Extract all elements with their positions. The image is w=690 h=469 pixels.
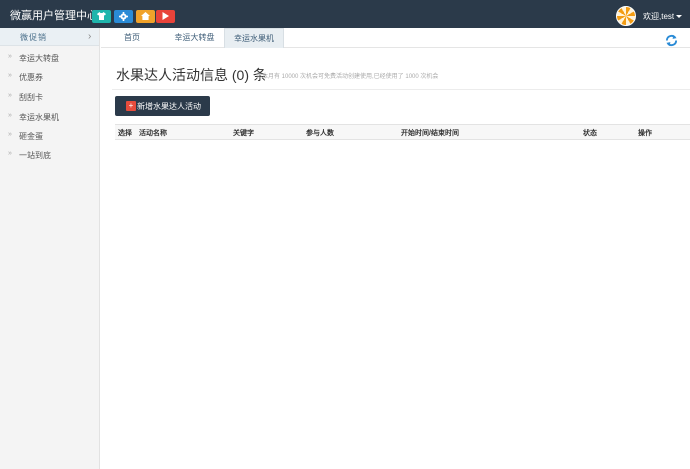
table-header: 选择 活动名称 关键字 参与人数 开始时间/结束时间 状态 操作	[115, 124, 690, 140]
user-menu[interactable]: 欢迎,test	[643, 11, 683, 22]
column-keyword: 关键字	[233, 130, 254, 137]
usage-note: 你本月有 10000 次机会可免费活动创建使用,已经使用了 1000 次机会	[256, 74, 439, 80]
sidebar: 微促销 › » 幸运大转盘 » 优惠券 » 刮刮卡 » 幸运水果机 » 砸金蛋 …	[0, 28, 100, 469]
preview-button[interactable]	[156, 10, 175, 23]
sidebar-item-label: 一站到底	[19, 151, 51, 160]
theme-button[interactable]	[92, 10, 111, 23]
column-status: 状态	[583, 130, 597, 137]
user-label: 欢迎,test	[643, 12, 675, 21]
sidebar-item-fruit-machine[interactable]: » 幸运水果机	[0, 107, 99, 127]
add-activity-label: 新增水果达人活动	[137, 102, 201, 111]
sidebar-item-golden-egg[interactable]: » 砸金蛋	[0, 126, 99, 146]
app-title: 微赢用户管理中心	[10, 10, 98, 22]
page-title: 水果达人活动信息 (0) 条	[116, 67, 267, 83]
bullet-icon: »	[8, 112, 12, 119]
add-activity-button[interactable]: + 新增水果达人活动	[115, 96, 210, 116]
plus-icon: +	[126, 101, 136, 111]
tab-home[interactable]: 首页	[101, 28, 163, 48]
top-navbar: 微赢用户管理中心 欢迎,test	[0, 0, 690, 28]
shirt-icon	[97, 12, 106, 20]
home-icon	[141, 12, 150, 20]
column-time-range: 开始时间/结束时间	[401, 130, 459, 137]
avatar[interactable]	[616, 6, 636, 26]
sidebar-item-quiz[interactable]: » 一站到底	[0, 145, 99, 165]
home-button[interactable]	[136, 10, 155, 23]
sidebar-item-scratch-card[interactable]: » 刮刮卡	[0, 87, 99, 107]
sidebar-item-coupon[interactable]: » 优惠券	[0, 67, 99, 87]
caret-down-icon	[676, 15, 683, 19]
column-activity-name: 活动名称	[139, 130, 167, 137]
tab-fruit-machine[interactable]: 幸运水果机	[224, 28, 284, 48]
bullet-icon: »	[8, 131, 12, 138]
refresh-icon[interactable]	[665, 34, 678, 47]
tab-lucky-wheel[interactable]: 幸运大转盘	[163, 28, 226, 48]
divider	[112, 89, 690, 90]
sidebar-item-label: 幸运大转盘	[19, 54, 59, 63]
chevron-right-icon: ›	[88, 31, 92, 42]
sidebar-heading: 微促销	[20, 33, 47, 42]
sidebar-item-label: 优惠券	[19, 73, 43, 82]
sidebar-item-label: 砸金蛋	[19, 132, 43, 141]
tab-bar: 首页 幸运大转盘 幸运水果机	[101, 28, 690, 48]
gear-icon	[119, 12, 128, 21]
column-select: 选择	[118, 130, 132, 137]
play-icon	[162, 12, 169, 20]
settings-button[interactable]	[114, 10, 133, 23]
bullet-icon: »	[8, 92, 12, 99]
column-participants: 参与人数	[306, 130, 334, 137]
sidebar-header[interactable]: 微促销 ›	[0, 28, 99, 46]
bullet-icon: »	[8, 53, 12, 60]
sidebar-item-label: 幸运水果机	[19, 113, 59, 122]
column-actions: 操作	[638, 130, 652, 137]
sidebar-item-lucky-wheel[interactable]: » 幸运大转盘	[0, 48, 99, 68]
sidebar-item-label: 刮刮卡	[19, 93, 43, 102]
bullet-icon: »	[8, 150, 12, 157]
bullet-icon: »	[8, 72, 12, 79]
